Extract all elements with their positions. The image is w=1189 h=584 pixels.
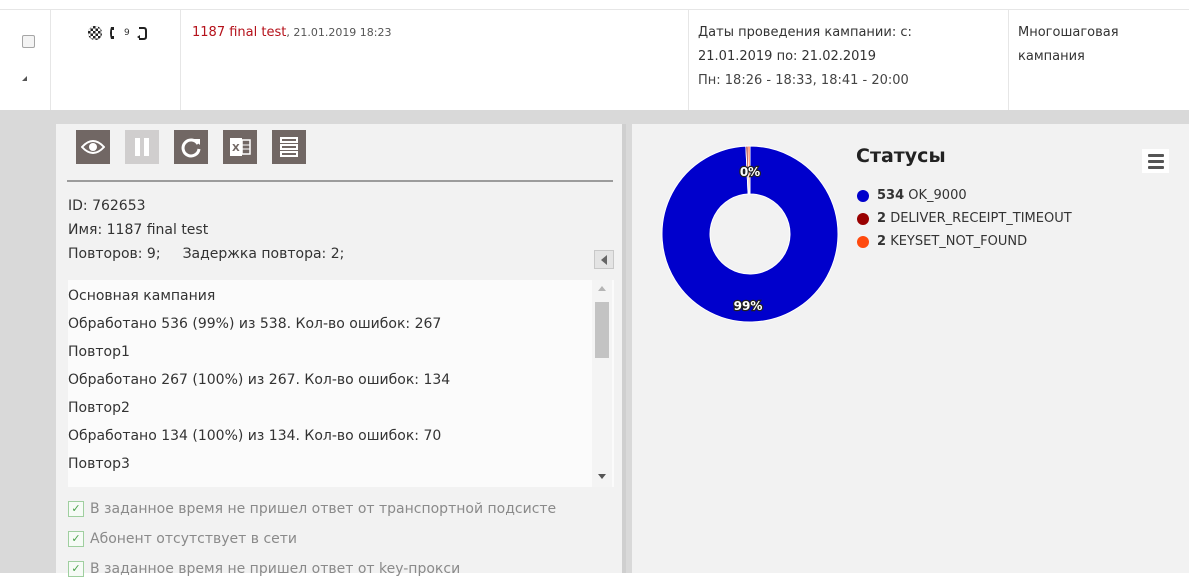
chart-menu-button[interactable] xyxy=(1142,149,1169,173)
repeat-count: 9 xyxy=(124,28,130,38)
error-filter-item[interactable]: ✓ Абонент отсутствует в сети xyxy=(68,524,626,554)
legend-item-keyset[interactable]: 2 KEYSET_NOT_FOUND xyxy=(857,230,1072,253)
export-excel-button[interactable]: X xyxy=(223,130,257,164)
column-divider xyxy=(180,10,181,110)
data-label: 0% xyxy=(740,165,760,179)
campaign-toolbar: X xyxy=(76,130,306,164)
dates-label: Даты проведения кампании: с: xyxy=(698,25,912,40)
dates-schedule: Пн: 18:26 - 18:33, 18:41 - 20:00 xyxy=(698,73,909,88)
log-line: Обработано 134 (100%) из 134. Кол-во оши… xyxy=(68,428,442,444)
log-line: Повтор3 xyxy=(68,456,130,472)
scroll-down-icon[interactable] xyxy=(598,474,606,479)
log-line: Основная кампания xyxy=(68,288,216,304)
error-filter-label: В заданное время не пришел ответ от тран… xyxy=(90,501,557,517)
legend-item-timeout[interactable]: 2 DELIVER_RECEIPT_TIMEOUT xyxy=(857,207,1072,230)
campaign-info: ID: 762653 Имя: 1187 final test Повторов… xyxy=(68,194,344,266)
hamburger-icon xyxy=(1147,159,1164,163)
error-filter-label: В заданное время не пришел ответ от key-… xyxy=(90,561,461,577)
log-line: Обработано 267 (100%) из 267. Кол-во оши… xyxy=(68,372,451,388)
campaign-type-line: кампания xyxy=(1018,49,1085,64)
list-report-button[interactable] xyxy=(272,130,306,164)
toolbar-divider xyxy=(67,180,613,182)
excel-icon: X xyxy=(230,138,251,156)
campaign-icons: 9 xyxy=(88,26,148,40)
log-scrollbar[interactable] xyxy=(592,280,612,487)
error-filter-list: ✓ В заданное время не пришел ответ от тра… xyxy=(68,494,626,584)
error-filter-label: Абонент отсутствует в сети xyxy=(90,531,298,547)
error-filter-item[interactable]: ✓ В заданное время не пришел ответ от key… xyxy=(68,554,626,584)
error-filter-item[interactable]: ✓ В заданное время не пришел ответ от тра… xyxy=(68,494,626,524)
legend-count: 2 xyxy=(877,211,887,226)
row-top-border xyxy=(0,9,1189,10)
pause-icon xyxy=(135,138,149,156)
legend-dot xyxy=(857,212,869,225)
row-checkbox[interactable] xyxy=(22,35,35,48)
refresh-button[interactable] xyxy=(174,130,208,164)
expand-row-icon[interactable] xyxy=(22,76,27,81)
log-line: Обработано 536 (99%) из 538. Кол-во ошиб… xyxy=(68,316,442,332)
checkmark-icon[interactable]: ✓ xyxy=(68,501,84,517)
log-line: Повтор1 xyxy=(68,344,130,360)
campaign-row: 9 1187 final test, 21.01.2019 18:23 Даты… xyxy=(0,0,1189,110)
dates-range: 21.01.2019 по: 21.02.2019 xyxy=(698,49,876,64)
legend-label: KEYSET_NOT_FOUND xyxy=(890,234,1028,249)
column-divider xyxy=(688,10,689,110)
legend-label: DELIVER_RECEIPT_TIMEOUT xyxy=(890,211,1072,226)
refresh-icon xyxy=(181,138,201,158)
stacked-list-icon xyxy=(280,137,298,157)
legend-dot xyxy=(857,235,869,248)
processing-log: Основная кампания Обработано 536 (99%) и… xyxy=(68,280,614,487)
eye-icon xyxy=(81,140,105,154)
checkmark-icon[interactable]: ✓ xyxy=(68,531,84,547)
hamburger-icon xyxy=(1147,165,1164,169)
checkered-flag-icon xyxy=(88,26,102,40)
data-label: 99% xyxy=(734,299,763,313)
legend-label: OK_9000 xyxy=(908,188,967,203)
scrollbar-thumb[interactable] xyxy=(595,302,609,358)
campaign-type: Многошаговая кампания xyxy=(1018,21,1119,69)
status-donut-chart: 0% 99% xyxy=(661,145,839,323)
campaign-created-date: 21.01.2019 18:23 xyxy=(293,26,392,39)
chevron-left-icon xyxy=(601,254,607,265)
campaign-id: ID: 762653 xyxy=(68,198,146,214)
view-button[interactable] xyxy=(76,130,110,164)
log-line: Повтор2 xyxy=(68,400,130,416)
column-divider xyxy=(50,10,51,110)
phone-icon xyxy=(110,27,114,39)
collapse-button[interactable] xyxy=(594,250,614,269)
repeat-icon xyxy=(136,27,147,40)
column-divider xyxy=(1008,10,1009,110)
svg-text:X: X xyxy=(232,143,240,154)
campaign-name-link[interactable]: 1187 final test xyxy=(192,25,286,40)
chart-title: Статусы xyxy=(856,145,946,167)
repeat-count-text: Повторов: 9; xyxy=(68,246,161,262)
campaign-type-line: Многошаговая xyxy=(1018,25,1119,40)
repeat-settings: Повторов: 9; Задержка повтора: 2; xyxy=(68,242,344,266)
legend-dot xyxy=(857,189,869,202)
checkmark-icon[interactable]: ✓ xyxy=(68,561,84,577)
legend-count: 2 xyxy=(877,234,887,249)
hamburger-icon xyxy=(1147,153,1164,157)
campaign-name: Имя: 1187 final test xyxy=(68,222,209,238)
legend-count: 534 xyxy=(877,188,905,203)
campaign-title: 1187 final test, 21.01.2019 18:23 xyxy=(192,25,392,40)
chart-legend: 534 OK_9000 2 DELIVER_RECEIPT_TIMEOUT 2 … xyxy=(857,184,1072,253)
scroll-up-icon[interactable] xyxy=(598,286,606,291)
campaign-dates: Даты проведения кампании: с: 21.01.2019 … xyxy=(698,21,912,93)
pause-button[interactable] xyxy=(125,130,159,164)
legend-item-ok[interactable]: 534 OK_9000 xyxy=(857,184,1072,207)
repeat-delay-text: Задержка повтора: 2; xyxy=(182,246,345,262)
